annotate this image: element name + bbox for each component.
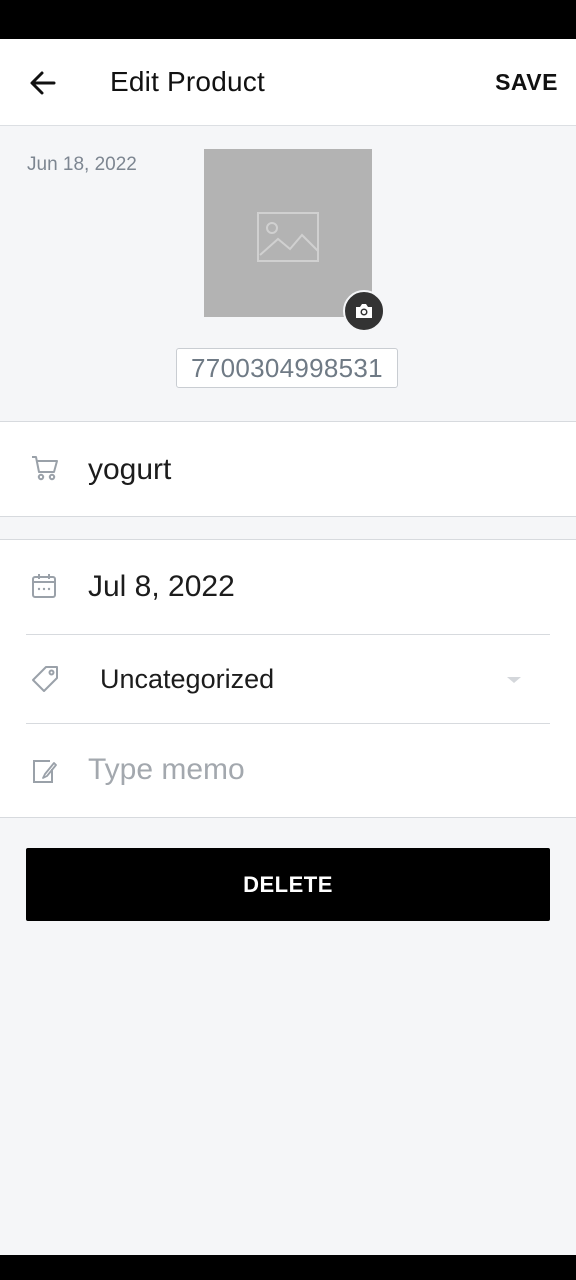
memo-row[interactable]: Type memo — [0, 724, 576, 817]
product-name-card: yogurt — [0, 421, 576, 517]
image-placeholder-icon — [257, 212, 319, 262]
delete-button[interactable]: DELETE — [26, 848, 550, 921]
product-name: yogurt — [88, 453, 172, 486]
camera-button[interactable] — [343, 290, 385, 332]
barcode-field[interactable]: 7700304998531 — [176, 348, 398, 388]
product-name-row[interactable]: yogurt — [0, 422, 576, 516]
camera-icon — [356, 304, 372, 318]
app-bar: Edit Product SAVE — [0, 39, 576, 126]
calendar-icon — [32, 574, 56, 598]
cart-icon — [32, 456, 58, 481]
memo-input: Type memo — [88, 753, 245, 786]
chevron-down-icon — [507, 677, 521, 683]
status-bar — [0, 0, 576, 39]
created-date: Jun 18, 2022 — [27, 154, 137, 175]
category-row[interactable]: Uncategorized — [0, 635, 576, 723]
expiry-date-row[interactable]: Jul 8, 2022 — [0, 540, 576, 634]
page-title: Edit Product — [110, 66, 265, 97]
expiry-date: Jul 8, 2022 — [88, 570, 235, 603]
category-select: Uncategorized — [100, 664, 275, 694]
back-button[interactable] — [24, 63, 64, 103]
details-card: Jul 8, 2022 Uncategorized Type memo — [0, 539, 576, 818]
back-arrow-icon — [30, 71, 56, 95]
memo-edit-icon — [33, 760, 57, 783]
save-button[interactable]: SAVE — [495, 69, 558, 96]
navigation-bar — [0, 1255, 576, 1280]
product-photo[interactable] — [204, 149, 372, 317]
tag-icon — [32, 666, 58, 692]
